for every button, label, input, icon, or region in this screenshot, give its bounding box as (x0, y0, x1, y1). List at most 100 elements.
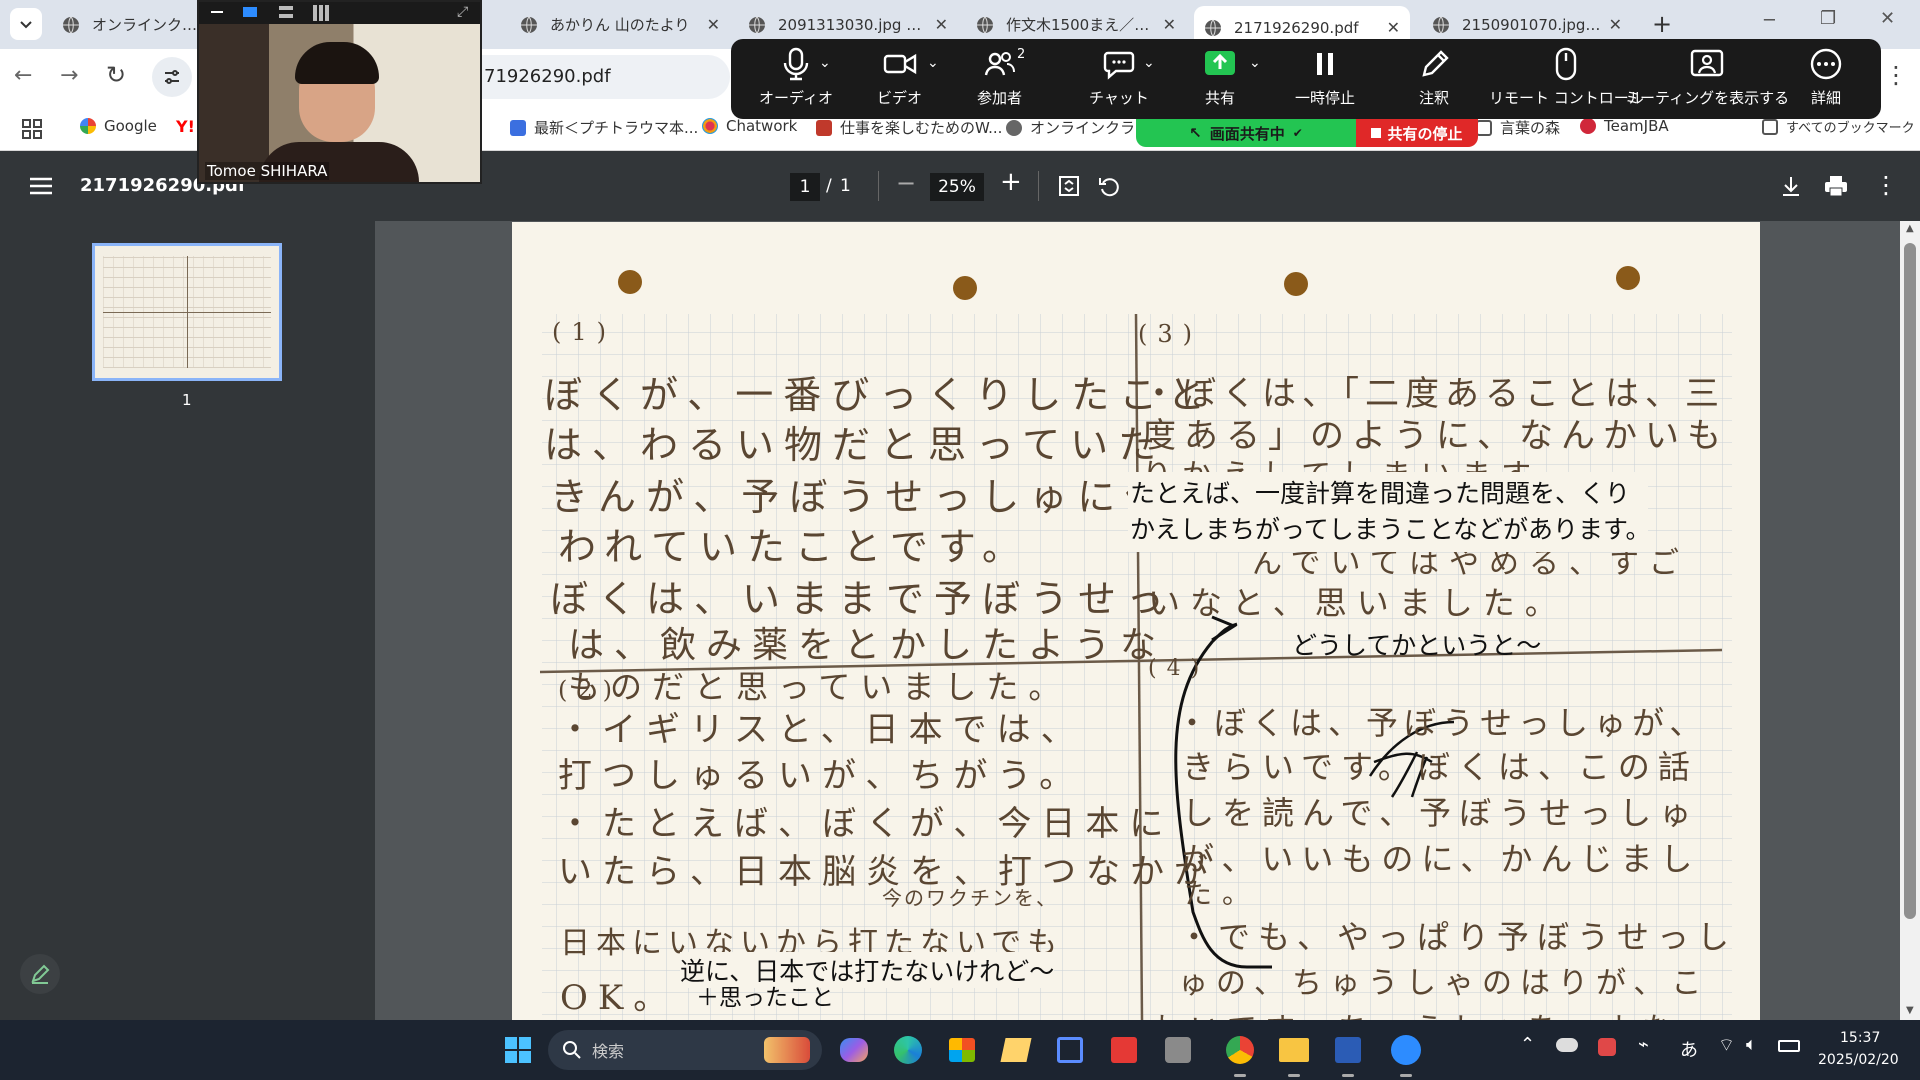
tab-close-icon[interactable]: ✕ (1163, 15, 1176, 34)
share-button[interactable]: 共有 (1203, 47, 1237, 108)
more-button[interactable]: 詳細 (1809, 47, 1843, 108)
hamburger-menu-icon[interactable] (30, 177, 52, 195)
tab-title: 2171926290.pdf (1234, 18, 1359, 37)
tab-search-button[interactable] (10, 8, 42, 40)
restore-button[interactable]: ❐ (1820, 8, 1836, 29)
tab-close-icon[interactable]: ✕ (935, 15, 948, 34)
apps-grid-icon[interactable] (22, 119, 42, 139)
tab-close-icon[interactable]: ✕ (1609, 15, 1622, 34)
browser-tab[interactable]: オンラインクラス一 (52, 8, 212, 41)
pdf-more-icon[interactable]: ⋮ (1874, 171, 1898, 199)
remote-control-button[interactable]: リモート コントロール (1489, 47, 1644, 108)
show-meeting-button[interactable]: ミーティングを表示する (1625, 47, 1789, 108)
edge-icon[interactable] (890, 1032, 926, 1068)
zoom-self-view[interactable]: ⤢ Tomoe SHIHARA (197, 0, 482, 184)
close-window-button[interactable]: ✕ (1880, 8, 1895, 29)
chat-options-caret[interactable]: ⌄ (1143, 55, 1155, 71)
scrollbar-thumb[interactable] (1904, 243, 1916, 919)
tray-chevron-icon[interactable]: ⌃ (1520, 1034, 1535, 1055)
bookmark-teamjba[interactable]: TeamJBA (1580, 117, 1669, 135)
wifi-icon[interactable]: ⌔ (1718, 1034, 1735, 1057)
zoom-in-button[interactable]: + (1000, 167, 1022, 197)
page-thumbnail[interactable] (92, 243, 282, 381)
annotate-button[interactable] (20, 954, 60, 994)
annotate-button[interactable]: 注釈 (1419, 47, 1449, 108)
word-icon[interactable] (1330, 1032, 1366, 1068)
strip-view-icon[interactable] (279, 6, 293, 18)
taskbar-search[interactable]: 検索 (548, 1030, 822, 1070)
rotate-icon[interactable] (1098, 175, 1120, 197)
network-status-icon[interactable]: ⌁ (1638, 1034, 1649, 1055)
snipping-tool-icon[interactable] (1160, 1032, 1196, 1068)
page-number-input[interactable]: 1 (790, 173, 820, 201)
zoom-out-button[interactable]: − (896, 169, 916, 197)
audio-options-caret[interactable]: ⌄ (819, 55, 831, 71)
chat-button[interactable]: チャット (1089, 47, 1149, 108)
tray-app-icon[interactable] (1598, 1038, 1616, 1056)
notes-app-icon[interactable] (998, 1032, 1034, 1068)
bookmark-yahoo[interactable]: Y! (176, 117, 195, 136)
app-icon[interactable] (1052, 1032, 1088, 1068)
tab-close-icon[interactable]: ✕ (707, 15, 720, 34)
clock-date[interactable]: 2025/02/20 (1818, 1052, 1899, 1068)
pause-share-button[interactable]: 一時停止 (1295, 47, 1355, 108)
scroll-down-arrow[interactable]: ▼ (1906, 1005, 1914, 1016)
reload-button[interactable]: ↻ (106, 61, 126, 89)
forward-button[interactable]: → (60, 63, 78, 88)
browser-tab[interactable]: あかりん 山のたより ✕ (510, 8, 730, 41)
essay-line: しを読んで、予ぼうせっしゅ (1182, 794, 1700, 832)
pdf-scrollbar[interactable]: ▲ ▼ (1900, 221, 1920, 1020)
document-icon (510, 119, 526, 136)
speaker-view-icon[interactable] (243, 7, 257, 17)
browser-menu-icon[interactable]: ⋮ (1884, 61, 1908, 89)
chrome-icon[interactable] (1222, 1032, 1258, 1068)
chevron-down-icon (20, 21, 32, 29)
tab-title: 2091313030.jpg (160 (778, 15, 927, 34)
start-button[interactable] (500, 1032, 536, 1068)
browser-tab[interactable]: 2150901070.jpg (160 ✕ (1422, 8, 1632, 41)
new-tab-button[interactable]: + (1652, 10, 1672, 38)
bookmark-item[interactable]: オンラインクラス一 (1006, 117, 1136, 138)
video-button[interactable]: ビデオ (877, 47, 922, 108)
video-options-caret[interactable]: ⌄ (927, 55, 939, 71)
bookmark-item[interactable]: 仕事を楽しむためのW... (816, 117, 1002, 138)
red-app-icon[interactable] (1106, 1032, 1142, 1068)
minimize-video-icon[interactable] (211, 11, 223, 13)
all-bookmarks-button[interactable]: すべてのブックマーク (1762, 117, 1915, 136)
zoom-meeting-controls: オーディオ ⌄ ビデオ ⌄ 参加者 2 チャット ⌄ 共有 ⌄ 一時停止 注釈 … (731, 39, 1881, 119)
copilot-icon[interactable] (836, 1032, 872, 1068)
print-icon[interactable] (1824, 175, 1848, 197)
bookmark-google[interactable]: Google (80, 117, 157, 135)
scroll-up-arrow[interactable]: ▲ (1906, 223, 1914, 234)
ime-indicator[interactable]: あ (1680, 1036, 1698, 1062)
gallery-view-icon[interactable] (313, 5, 329, 21)
site-info-button[interactable] (152, 57, 192, 97)
onedrive-icon[interactable] (1556, 1038, 1578, 1052)
zoom-level-input[interactable]: 25% (930, 173, 984, 201)
tab-close-icon[interactable]: ✕ (1387, 18, 1400, 37)
bookmark-item[interactable]: 言葉の森 (1476, 117, 1560, 138)
store-icon[interactable] (944, 1032, 980, 1068)
browser-tab[interactable]: 作文木1500まえ／鳥の ✕ (966, 8, 1186, 41)
expand-video-icon[interactable]: ⤢ (457, 4, 468, 20)
back-button[interactable]: ← (14, 63, 32, 88)
fit-page-icon[interactable] (1058, 175, 1080, 197)
speaker-icon[interactable]: 🔈︎ (1746, 1034, 1757, 1055)
file-explorer-icon[interactable] (1276, 1032, 1312, 1068)
zoom-app-icon[interactable] (1388, 1032, 1424, 1068)
bookmark-item[interactable]: 最新＜プチトラウマ本... (510, 117, 698, 138)
stop-share-button[interactable]: 共有の停止 (1356, 119, 1478, 147)
browser-tab[interactable]: 2091313030.jpg (160 ✕ (738, 8, 958, 41)
share-options-caret[interactable]: ⌄ (1249, 55, 1261, 71)
battery-icon[interactable] (1778, 1040, 1800, 1052)
download-icon[interactable] (1780, 175, 1802, 197)
globe-icon (521, 16, 537, 33)
clock-time[interactable]: 15:37 (1840, 1030, 1880, 1046)
page-separator: / (826, 176, 832, 196)
participants-button[interactable]: 参加者 (977, 47, 1022, 108)
more-icon (1810, 48, 1842, 80)
minimize-button[interactable]: ─ (1764, 10, 1775, 31)
section-1-label: (1) (552, 318, 616, 346)
bookmark-chatwork[interactable]: Chatwork (702, 117, 797, 135)
sharing-arrow-icon: ↖ (1189, 124, 1202, 142)
